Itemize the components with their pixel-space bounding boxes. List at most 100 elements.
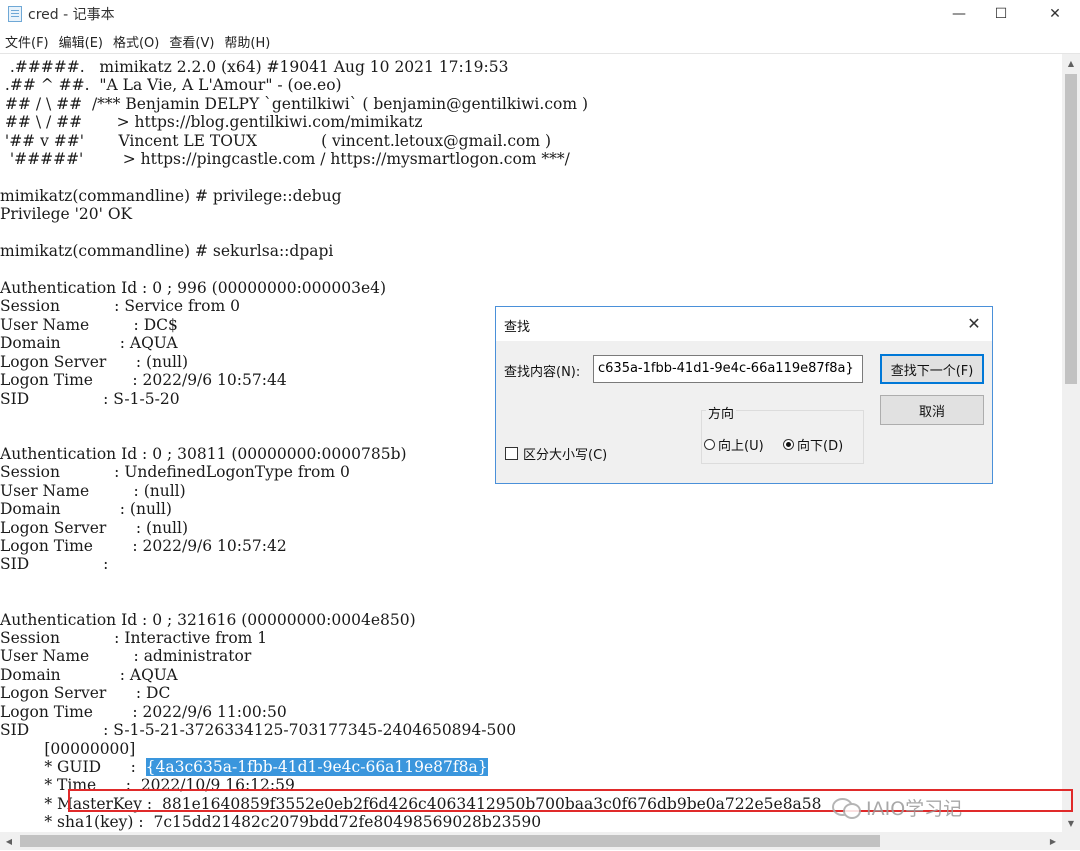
editor-line: .#####. mimikatz 2.2.0 (x64) #19041 Aug …: [0, 58, 509, 77]
editor-line-text: mimikatz(commandline) # privilege::debug: [0, 186, 342, 205]
editor-line-text: Domain : AQUA: [0, 334, 178, 353]
editor-line-text: User Name : DC$: [0, 315, 178, 334]
editor-line: SID : S-1-5-20: [0, 390, 180, 409]
menu-edit[interactable]: 编辑(E): [54, 30, 108, 52]
editor-line-text: Domain : AQUA: [0, 665, 178, 684]
scroll-up-icon[interactable]: ▲: [1062, 54, 1080, 72]
watermark-text: IAIO学习记: [866, 797, 963, 820]
editor-line: [00000000]: [0, 740, 135, 759]
editor-line: Logon Server : (null): [0, 519, 188, 538]
find-dialog-titlebar: 查找 ✕: [496, 307, 992, 341]
editor-line: Domain : (null): [0, 500, 172, 519]
cancel-button[interactable]: 取消: [880, 395, 984, 425]
match-case-box[interactable]: [505, 447, 518, 460]
radio-up-circle[interactable]: [704, 439, 715, 450]
editor-line-text: .#####. mimikatz 2.2.0 (x64) #19041 Aug …: [0, 58, 509, 76]
wechat-icon: [832, 796, 861, 819]
editor-line: Session : UndefinedLogonType from 0: [0, 463, 350, 482]
match-case-checkbox[interactable]: 区分大小写(C): [505, 444, 607, 463]
editor-line: Authentication Id : 0 ; 321616 (00000000…: [0, 611, 416, 630]
direction-down-label: 向下(D): [797, 439, 844, 454]
editor-line-text: Logon Server : DC: [0, 684, 171, 703]
selected-guid[interactable]: {4a3c635a-1fbb-41d1-9e4c-66a119e87f8a}: [145, 757, 488, 776]
editor-line-text: [00000000]: [0, 739, 136, 758]
editor-line-text: Logon Time : 2022/9/6 10:57:44: [0, 371, 287, 390]
maximize-button[interactable]: ☐: [977, 0, 1025, 28]
find-what-label: 查找内容(N):: [504, 365, 581, 380]
scroll-left-icon[interactable]: ◀: [0, 832, 18, 850]
editor-line-text: Logon Server : (null): [0, 352, 189, 371]
close-button[interactable]: ✕: [1031, 0, 1079, 28]
menu-format[interactable]: 格式(O): [108, 30, 164, 52]
editor-line: Logon Time : 2022/9/6 10:57:42: [0, 537, 287, 556]
editor-line: Authentication Id : 0 ; 30811 (00000000:…: [0, 445, 407, 464]
editor-line: Session : Interactive from 1: [0, 629, 267, 648]
editor-line: Logon Time : 2022/9/6 10:57:44: [0, 371, 287, 390]
editor-line-text: Authentication Id : 0 ; 321616 (00000000…: [0, 610, 416, 629]
editor-line-text: * GUID :: [0, 757, 146, 776]
editor-line-text: Session : Service from 0: [0, 297, 240, 316]
editor-line: mimikatz(commandline) # sekurlsa::dpapi: [0, 242, 333, 261]
find-what-input[interactable]: c635a-1fbb-41d1-9e4c-66a119e87f8a}: [593, 355, 863, 383]
editor-line: .## ^ ##. "A La Vie, A L'Amour" - (oe.eo…: [0, 76, 342, 95]
notepad-icon: [8, 6, 22, 22]
editor-line: '## v ##' Vincent LE TOUX ( vincent.leto…: [0, 132, 551, 151]
vertical-scroll-thumb[interactable]: [1065, 74, 1077, 384]
editor-line: SID :: [0, 555, 108, 574]
editor-line-text: SID : S-1-5-21-3726334125-703177345-2404…: [0, 721, 517, 740]
editor-line-text: .## ^ ##. "A La Vie, A L'Amour" - (oe.eo…: [0, 76, 342, 95]
editor-line-text: SID : S-1-5-20: [0, 389, 180, 408]
editor-line: Domain : AQUA: [0, 334, 178, 353]
menu-view[interactable]: 查看(V): [164, 30, 219, 52]
editor-line-text: * sha1(key) : 7c15dd21482c2079bdd72fe804…: [0, 813, 542, 832]
direction-down-radio[interactable]: 向下(D): [783, 435, 843, 454]
minimize-button[interactable]: —: [935, 0, 983, 28]
direction-up-label: 向上(U): [718, 439, 764, 454]
editor-line-text: ## \ / ## > https://blog.gentilkiwi.com/…: [0, 113, 423, 132]
editor-line: * sha1(key) : 7c15dd21482c2079bdd72fe804…: [0, 813, 541, 832]
find-dialog: 查找 ✕ 查找内容(N): c635a-1fbb-41d1-9e4c-66a11…: [495, 306, 993, 484]
editor-line: Privilege '20' OK: [0, 205, 132, 224]
editor-line: Domain : AQUA: [0, 666, 178, 685]
editor-line: mimikatz(commandline) # privilege::debug: [0, 187, 342, 206]
horizontal-scrollbar[interactable]: ◀ ▶: [0, 832, 1062, 850]
editor-line-text: mimikatz(commandline) # sekurlsa::dpapi: [0, 242, 334, 261]
vertical-scrollbar[interactable]: ▲ ▼: [1062, 54, 1080, 832]
editor-line-text: '#####' > https://pingcastle.com / https…: [0, 150, 570, 169]
direction-up-radio[interactable]: 向上(U): [704, 435, 764, 454]
editor-line: User Name : (null): [0, 482, 186, 501]
find-dialog-close-icon[interactable]: ✕: [964, 313, 984, 333]
horizontal-scroll-thumb[interactable]: [20, 835, 880, 847]
editor-line-text: Logon Server : (null): [0, 518, 189, 537]
radio-down-circle[interactable]: [783, 439, 794, 450]
editor-line-text: Logon Time : 2022/9/6 11:00:50: [0, 702, 287, 721]
scroll-down-icon[interactable]: ▼: [1062, 814, 1080, 832]
editor-line: Logon Server : DC: [0, 684, 170, 703]
editor-line-text: '## v ##' Vincent LE TOUX ( vincent.leto…: [0, 131, 552, 150]
editor-line-text: Domain : (null): [0, 500, 172, 519]
editor-line: Logon Time : 2022/9/6 11:00:50: [0, 703, 287, 722]
menu-help[interactable]: 帮助(H): [219, 30, 275, 52]
editor-line: SID : S-1-5-21-3726334125-703177345-2404…: [0, 721, 516, 740]
watermark: IAIO学习记: [832, 790, 962, 824]
editor-line: ## \ / ## > https://blog.gentilkiwi.com/…: [0, 113, 423, 132]
menu-bar: 文件(F) 编辑(E) 格式(O) 查看(V) 帮助(H): [0, 30, 1080, 52]
scrollbar-corner: [1062, 832, 1080, 850]
direction-label: 方向: [706, 403, 737, 422]
editor-line: '#####' > https://pingcastle.com / https…: [0, 150, 570, 169]
menu-file[interactable]: 文件(F): [0, 30, 54, 52]
editor-line: Authentication Id : 0 ; 996 (00000000:00…: [0, 279, 386, 298]
find-dialog-title: 查找: [504, 320, 531, 335]
editor-line-text: User Name : (null): [0, 481, 186, 500]
editor-line-text: User Name : administrator: [0, 647, 252, 666]
window-title: cred - 记事本: [28, 7, 115, 23]
editor-line: User Name : DC$: [0, 316, 178, 335]
find-next-button[interactable]: 查找下一个(F): [880, 354, 984, 384]
editor-line-text: ## / \ ## /*** Benjamin DELPY `gentilkiw…: [0, 94, 589, 113]
editor-line: ## / \ ## /*** Benjamin DELPY `gentilkiw…: [0, 95, 588, 114]
editor-line-text: Authentication Id : 0 ; 30811 (00000000:…: [0, 444, 407, 463]
scroll-right-icon[interactable]: ▶: [1044, 832, 1062, 850]
editor-line: * GUID : {4a3c635a-1fbb-41d1-9e4c-66a119…: [0, 757, 488, 777]
editor-line: Session : Service from 0: [0, 297, 240, 316]
match-case-label: 区分大小写(C): [523, 448, 608, 463]
